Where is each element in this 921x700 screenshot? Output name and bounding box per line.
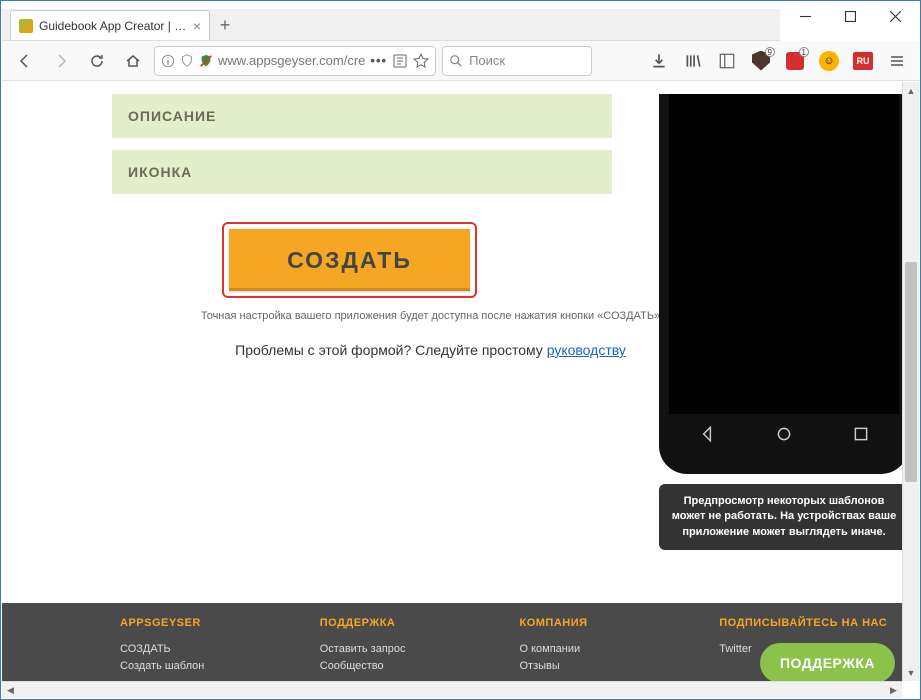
tab-close-icon[interactable]: × [193,18,201,34]
support-chat-button[interactable]: ПОДДЕРЖКА [760,643,895,681]
adblock-extension-icon[interactable]: 1 [781,47,809,75]
ublock-extension-icon[interactable]: 9 [747,47,775,75]
url-bar[interactable]: www.appsgeyser.com/cre ••• [154,46,436,76]
preview-warning: Предпросмотр некоторых шаблонов может не… [659,484,909,550]
browser-tab[interactable]: Guidebook App Creator | Creat… × [10,10,210,40]
favicon-icon [19,19,33,33]
footer-link[interactable]: Создать шаблон [120,660,320,672]
navbar: www.appsgeyser.com/cre ••• Поиск 9 1 ☺ R… [2,41,919,81]
search-placeholder: Поиск [469,53,505,68]
phone-navbar [669,414,899,454]
create-button[interactable]: СОЗДАТЬ [229,229,470,291]
window-close-button[interactable] [873,2,918,30]
reader-icon[interactable] [392,53,408,69]
page-actions-icon[interactable]: ••• [370,53,387,68]
guide-link[interactable]: руководству [547,342,626,358]
tab-title: Guidebook App Creator | Creat… [39,19,187,33]
url-text: www.appsgeyser.com/cre [218,53,365,68]
new-tab-button[interactable]: + [210,10,240,40]
scroll-right-icon[interactable]: ▶ [885,682,902,698]
window-minimize-button[interactable] [783,2,828,30]
android-recent-icon [852,425,870,443]
sidebar-button[interactable] [713,47,741,75]
create-highlight: СОЗДАТЬ [222,222,477,298]
android-home-icon [775,425,793,443]
scroll-left-icon[interactable]: ◀ [2,682,19,698]
downloads-button[interactable] [645,47,673,75]
scroll-down-icon[interactable]: ▼ [903,664,919,681]
back-button[interactable] [10,46,40,76]
ru-extension-icon[interactable]: RU [849,47,877,75]
bookmark-star-icon[interactable] [413,53,429,69]
footer-heading-support: ПОДДЕРЖКА [320,617,520,629]
info-icon [161,54,175,68]
footer-link[interactable]: Сообщество [320,660,520,672]
tab-strip: Guidebook App Creator | Creat… × + [2,9,780,41]
footer-link[interactable]: СОЗДАТЬ [120,643,320,655]
vertical-scrollbar[interactable]: ▲ ▼ [902,82,919,681]
emoji-extension-icon[interactable]: ☺ [815,47,843,75]
horizontal-scrollbar[interactable]: ◀ ▶ [2,681,902,698]
app-menu-button[interactable] [883,47,911,75]
scroll-up-icon[interactable]: ▲ [903,82,919,99]
search-icon [449,54,463,68]
phone-screen [669,94,899,414]
android-back-icon [698,425,716,443]
library-button[interactable] [679,47,707,75]
footer-link[interactable]: О компании [520,643,720,655]
scroll-thumb[interactable] [905,262,917,482]
section-description[interactable]: ОПИСАНИЕ [112,94,612,138]
phone-preview [659,94,909,474]
section-icon[interactable]: ИКОНКА [112,150,612,194]
footer-link[interactable]: Оставить запрос [320,643,520,655]
footer-heading-subscribe: ПОДПИСЫВАЙТЕСЬ НА НАС [719,617,919,629]
reload-button[interactable] [82,46,112,76]
forward-button[interactable] [46,46,76,76]
footer-link[interactable]: Отзывы [520,660,720,672]
home-button[interactable] [118,46,148,76]
window-maximize-button[interactable] [828,2,873,30]
shield-icon [180,54,194,68]
footer-heading-company: КОМПАНИЯ [520,617,720,629]
footer-heading-appsgeyser: APPSGEYSER [120,617,320,629]
tracking-blocked-icon [199,54,213,68]
search-bar[interactable]: Поиск [442,46,592,76]
